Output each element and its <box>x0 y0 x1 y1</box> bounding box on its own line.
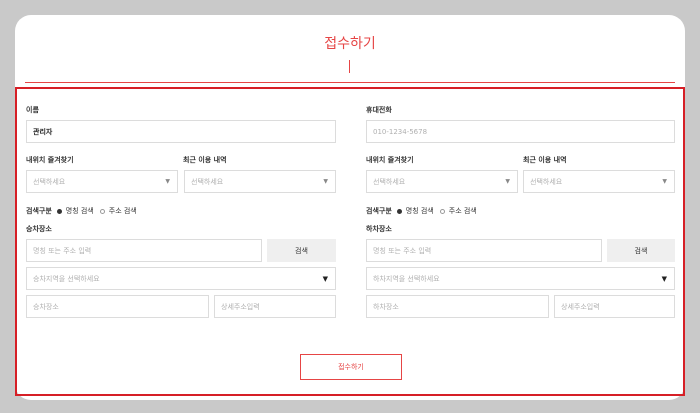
left-recent-value: 선택하세요 <box>191 177 224 186</box>
boarding-place-label: 승차장소 <box>26 225 52 233</box>
page-title: 접수하기 <box>324 36 376 52</box>
reservation-form: 이름 관리자 내위치 즐겨찾기 최근 이용 내역 선택하세요 ▼ 선택하세요 ▼… <box>15 87 685 396</box>
right-favorites-label: 내위치 즐겨찾기 <box>366 156 414 164</box>
phone-label: 휴대전화 <box>366 106 392 114</box>
boarding-search-button[interactable]: 검색 <box>267 239 336 262</box>
right-recent-select[interactable]: 선택하세요 ▼ <box>523 170 675 193</box>
boarding-place-input[interactable]: 승차장소 <box>26 295 209 318</box>
chevron-down-icon: ▼ <box>662 178 667 185</box>
right-search-type-label: 검색구분 <box>366 207 392 215</box>
phone-input[interactable]: 010-1234-5678 <box>366 120 675 143</box>
left-favorites-label: 내위치 즐겨찾기 <box>26 156 74 164</box>
boarding-detail-address-input[interactable]: 상세주소입력 <box>214 295 336 318</box>
right-radio-address-search[interactable]: 주소 검색 <box>449 206 477 216</box>
dropoff-place-input[interactable]: 하차장소 <box>366 295 549 318</box>
boarding-place-placeholder: 승차장소 <box>33 302 59 311</box>
left-recent-label: 최근 이용 내역 <box>183 156 227 164</box>
dropoff-area-placeholder: 하차지역을 선택하세요 <box>373 274 440 283</box>
left-favorites-value: 선택하세요 <box>33 177 66 186</box>
left-radio-name-search[interactable]: 명칭 검색 <box>66 206 94 216</box>
chevron-down-icon: ▼ <box>505 178 510 185</box>
boarding-area-placeholder: 승차지역을 선택하세요 <box>33 274 100 283</box>
chevron-down-icon: ▼ <box>322 274 328 283</box>
boarding-area-select[interactable]: 승차지역을 선택하세요 ▼ <box>26 267 336 290</box>
left-radio-address-search[interactable]: 주소 검색 <box>109 206 137 216</box>
title-divider-line <box>25 82 675 83</box>
right-search-type: 검색구분 명칭 검색 주소 검색 <box>366 206 477 216</box>
name-field[interactable]: 관리자 <box>26 120 336 143</box>
dropoff-search-input[interactable]: 명칭 또는 주소 입력 <box>366 239 602 262</box>
left-search-type: 검색구분 명칭 검색 주소 검색 <box>26 206 137 216</box>
boarding-search-placeholder: 명칭 또는 주소 입력 <box>33 246 92 255</box>
dropoff-detail-address-input[interactable]: 상세주소입력 <box>554 295 675 318</box>
submit-button[interactable]: 접수하기 <box>300 354 402 380</box>
dropoff-search-placeholder: 명칭 또는 주소 입력 <box>373 246 432 255</box>
left-recent-select[interactable]: 선택하세요 ▼ <box>184 170 336 193</box>
chevron-down-icon: ▼ <box>661 274 667 283</box>
radio-unselected-icon[interactable] <box>99 208 105 214</box>
right-recent-label: 최근 이용 내역 <box>523 156 567 164</box>
chevron-down-icon: ▼ <box>323 178 328 185</box>
boarding-detail-address-placeholder: 상세주소입력 <box>221 302 260 311</box>
name-label: 이름 <box>26 106 39 114</box>
dropoff-place-placeholder: 하차장소 <box>373 302 399 311</box>
chevron-down-icon: ▼ <box>165 178 170 185</box>
left-favorites-select[interactable]: 선택하세요 ▼ <box>26 170 178 193</box>
right-favorites-select[interactable]: 선택하세요 ▼ <box>366 170 518 193</box>
dropoff-search-button[interactable]: 검색 <box>607 239 675 262</box>
phone-placeholder: 010-1234-5678 <box>373 127 428 136</box>
radio-unselected-icon[interactable] <box>439 208 445 214</box>
boarding-search-input[interactable]: 명칭 또는 주소 입력 <box>26 239 262 262</box>
right-recent-value: 선택하세요 <box>530 177 563 186</box>
dropoff-area-select[interactable]: 하차지역을 선택하세요 ▼ <box>366 267 675 290</box>
title-divider-tick <box>349 60 350 73</box>
left-search-type-label: 검색구분 <box>26 207 52 215</box>
dropoff-detail-address-placeholder: 상세주소입력 <box>561 302 600 311</box>
radio-selected-icon[interactable] <box>396 208 402 214</box>
right-radio-name-search[interactable]: 명칭 검색 <box>406 206 434 216</box>
name-value: 관리자 <box>33 127 53 136</box>
right-favorites-value: 선택하세요 <box>373 177 406 186</box>
dropoff-place-label: 하차장소 <box>366 225 392 233</box>
radio-selected-icon[interactable] <box>56 208 62 214</box>
